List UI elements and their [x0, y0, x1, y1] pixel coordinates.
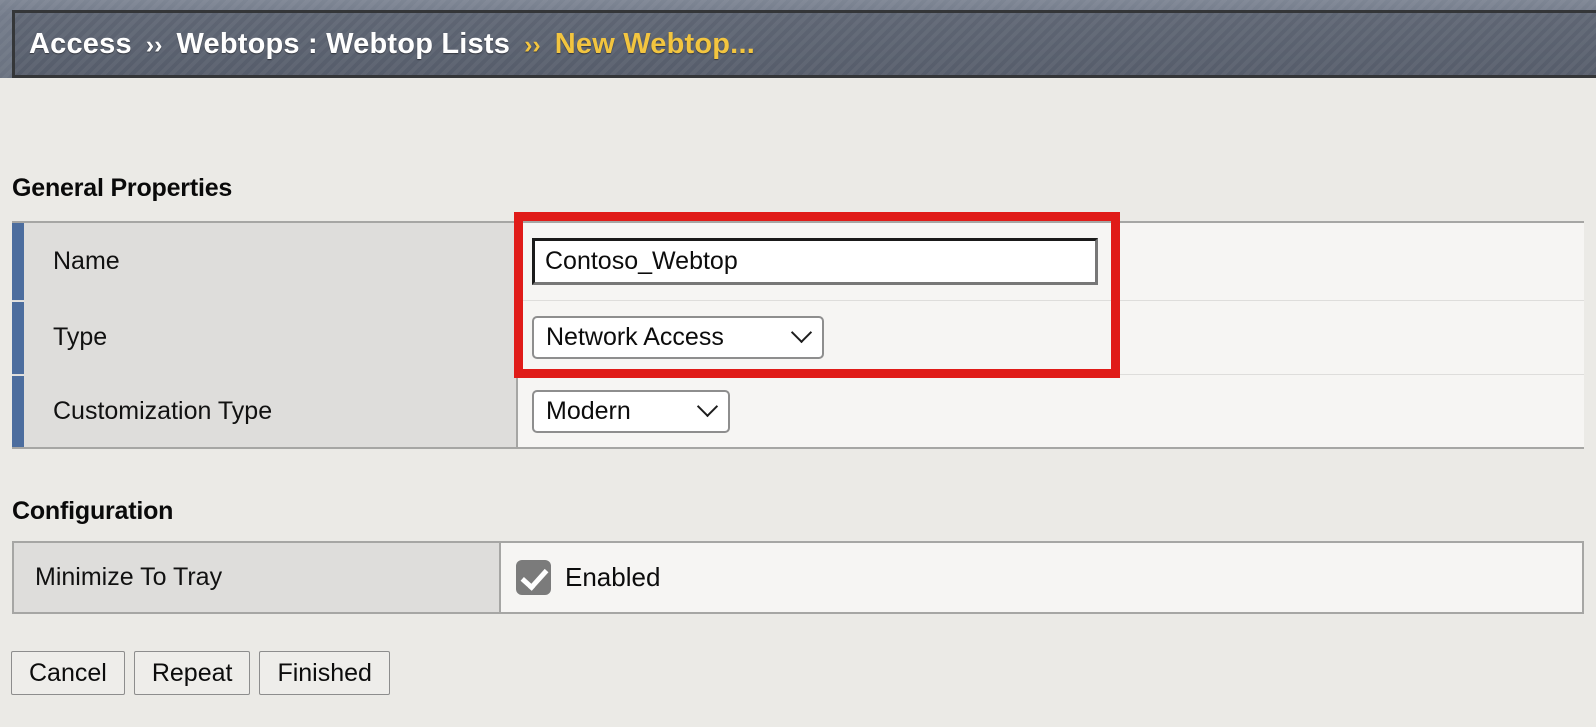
value-cell-type: Network Access — [518, 301, 1584, 374]
row-accent-bar — [12, 223, 24, 300]
finished-button[interactable]: Finished — [259, 651, 390, 695]
chevron-down-icon — [794, 325, 811, 342]
configuration-heading: Configuration — [12, 497, 174, 525]
label-customization-type: Customization Type — [24, 375, 518, 447]
general-properties-heading: General Properties — [12, 174, 233, 202]
repeat-button[interactable]: Repeat — [133, 651, 251, 695]
table-row-type: Type Network Access — [12, 300, 1584, 374]
breadcrumb-item-webtop-lists[interactable]: Webtops : Webtop Lists — [176, 28, 510, 61]
name-input[interactable] — [532, 238, 1098, 285]
row-accent-bar — [12, 301, 24, 374]
minimize-to-tray-checkbox[interactable] — [516, 560, 551, 595]
breadcrumb-separator-2: ›› — [524, 30, 541, 59]
minimize-to-tray-checkbox-label: Enabled — [565, 562, 661, 592]
value-cell-name — [518, 223, 1584, 300]
chevron-down-icon — [700, 399, 717, 416]
type-select-value: Network Access — [546, 323, 724, 351]
table-row-name: Name — [12, 223, 1584, 300]
breadcrumb: Access ›› Webtops : Webtop Lists ›› New … — [15, 28, 755, 61]
general-properties-table: Name Type Network Access Customization T… — [12, 221, 1584, 449]
label-type: Type — [24, 301, 518, 374]
table-row-customization-type: Customization Type Modern — [12, 374, 1584, 447]
cancel-button[interactable]: Cancel — [11, 651, 125, 695]
breadcrumb-separator-1: ›› — [145, 30, 163, 59]
customization-type-select[interactable]: Modern — [532, 389, 730, 433]
configuration-table: Minimize To Tray Enabled — [12, 541, 1584, 614]
label-minimize-to-tray: Minimize To Tray — [14, 543, 501, 612]
value-cell-customization-type: Modern — [518, 375, 1584, 447]
value-cell-minimize-to-tray: Enabled — [501, 543, 1582, 612]
breadcrumb-bar: Access ›› Webtops : Webtop Lists ›› New … — [12, 10, 1596, 78]
breadcrumb-item-access[interactable]: Access — [29, 28, 132, 61]
type-select[interactable]: Network Access — [532, 316, 824, 359]
label-name: Name — [24, 223, 518, 300]
customization-type-select-value: Modern — [546, 396, 631, 425]
breadcrumb-item-new-webtop: New Webtop... — [554, 27, 755, 60]
row-accent-bar — [12, 375, 24, 447]
form-action-buttons: Cancel Repeat Finished — [11, 651, 390, 695]
